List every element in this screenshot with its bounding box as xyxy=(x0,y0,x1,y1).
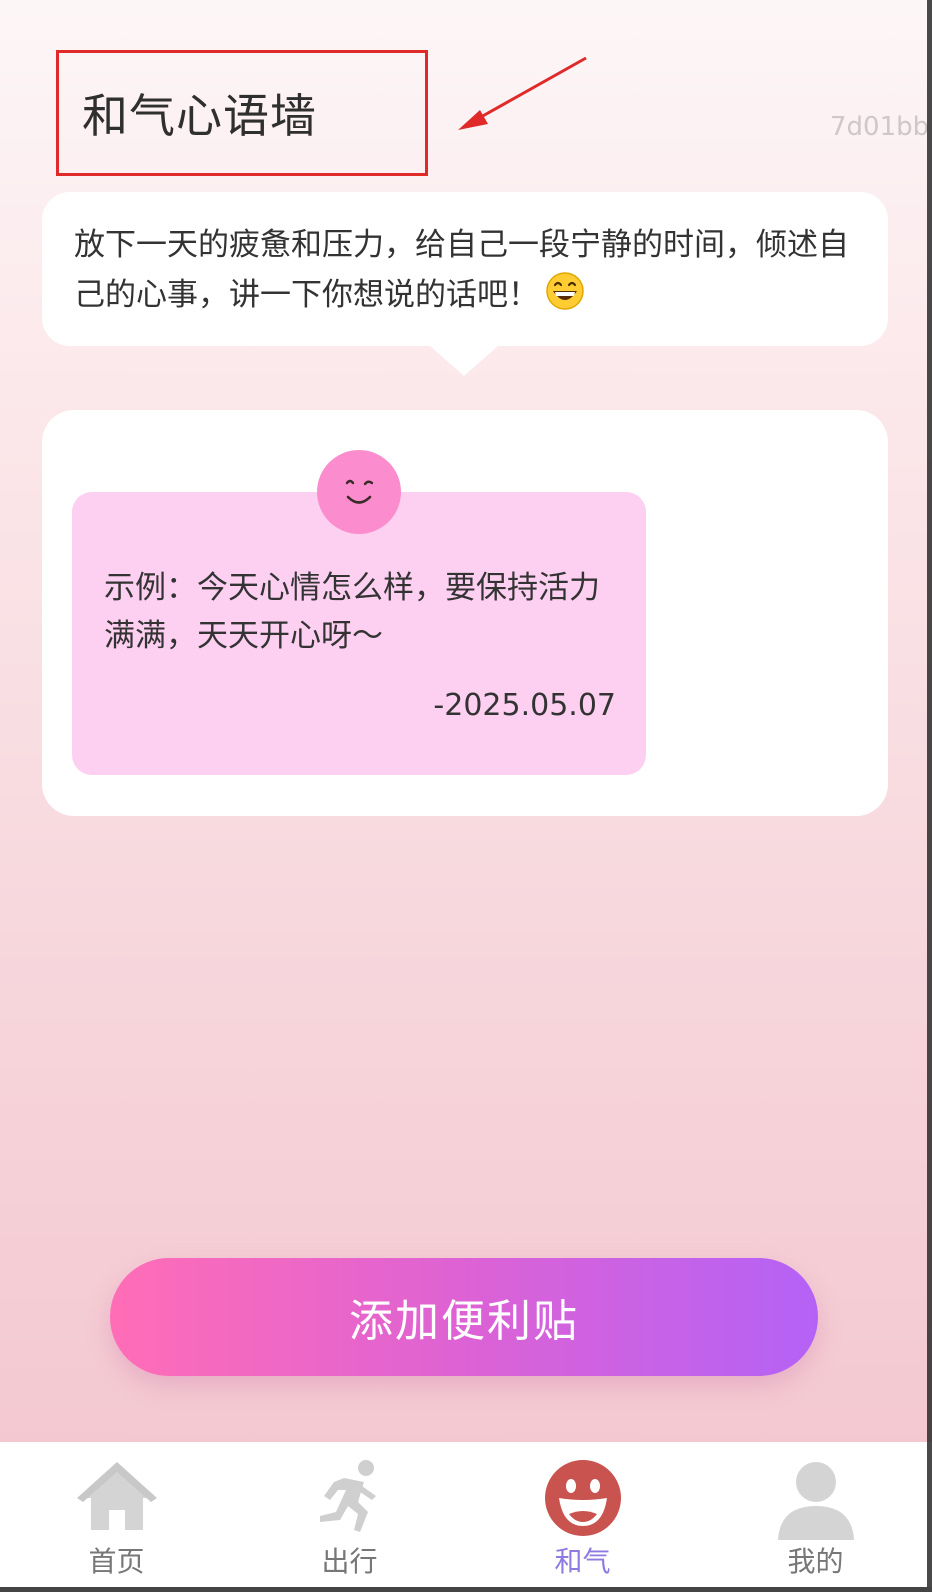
grinning-face-emoji xyxy=(546,272,584,310)
add-note-button[interactable]: 添加便利贴 xyxy=(110,1258,818,1376)
tab-hearty-label: 和气 xyxy=(554,1545,611,1578)
tab-home-label: 首页 xyxy=(88,1545,145,1578)
annotation-arrow-icon xyxy=(458,56,587,130)
user-code: 7d01bb xyxy=(830,112,930,142)
tab-travel-label: 出行 xyxy=(321,1545,378,1578)
intro-text-content: 放下一天的疲惫和压力，给自己一段宁静的时间，倾述自己的心事，讲一下你想说的话吧！ xyxy=(74,227,849,313)
intro-bubble: 放下一天的疲惫和压力，给自己一段宁静的时间，倾述自己的心事，讲一下你想说的话吧！ xyxy=(42,192,888,346)
tab-mine[interactable]: 我的 xyxy=(699,1442,932,1587)
tab-mine-label: 我的 xyxy=(787,1545,844,1578)
tab-travel[interactable]: 出行 xyxy=(233,1442,466,1587)
window-edge xyxy=(927,0,932,1592)
sticky-note[interactable]: 示例：今天心情怎么样，要保持活力满满，天天开心呀～ -2025.05.07 xyxy=(72,492,646,775)
tab-bar: 首页 出行 和气 我的 xyxy=(0,1442,932,1587)
running-person-icon xyxy=(319,1460,376,1532)
tab-home[interactable]: 首页 xyxy=(0,1442,233,1587)
intro-bubble-tail xyxy=(430,346,498,376)
laughing-face-icon xyxy=(544,1460,621,1536)
smile-face-icon xyxy=(317,450,401,534)
screen: 和气心语墙 7d01bb 放下一天的疲惫和压力，给自己一段宁静的时间，倾述自己的… xyxy=(0,0,932,1592)
annotation-highlight-box xyxy=(56,50,428,176)
user-icon xyxy=(777,1462,854,1540)
home-icon xyxy=(76,1462,157,1530)
note-text: 示例：今天心情怎么样，要保持活力满满，天天开心呀～ xyxy=(104,570,600,654)
note-date: -2025.05.07 xyxy=(433,688,616,723)
window-bottom-edge xyxy=(0,1587,932,1592)
intro-text: 放下一天的疲惫和压力，给自己一段宁静的时间，倾述自己的心事，讲一下你想说的话吧！ xyxy=(74,220,852,320)
tab-hearty[interactable]: 和气 xyxy=(466,1442,699,1587)
